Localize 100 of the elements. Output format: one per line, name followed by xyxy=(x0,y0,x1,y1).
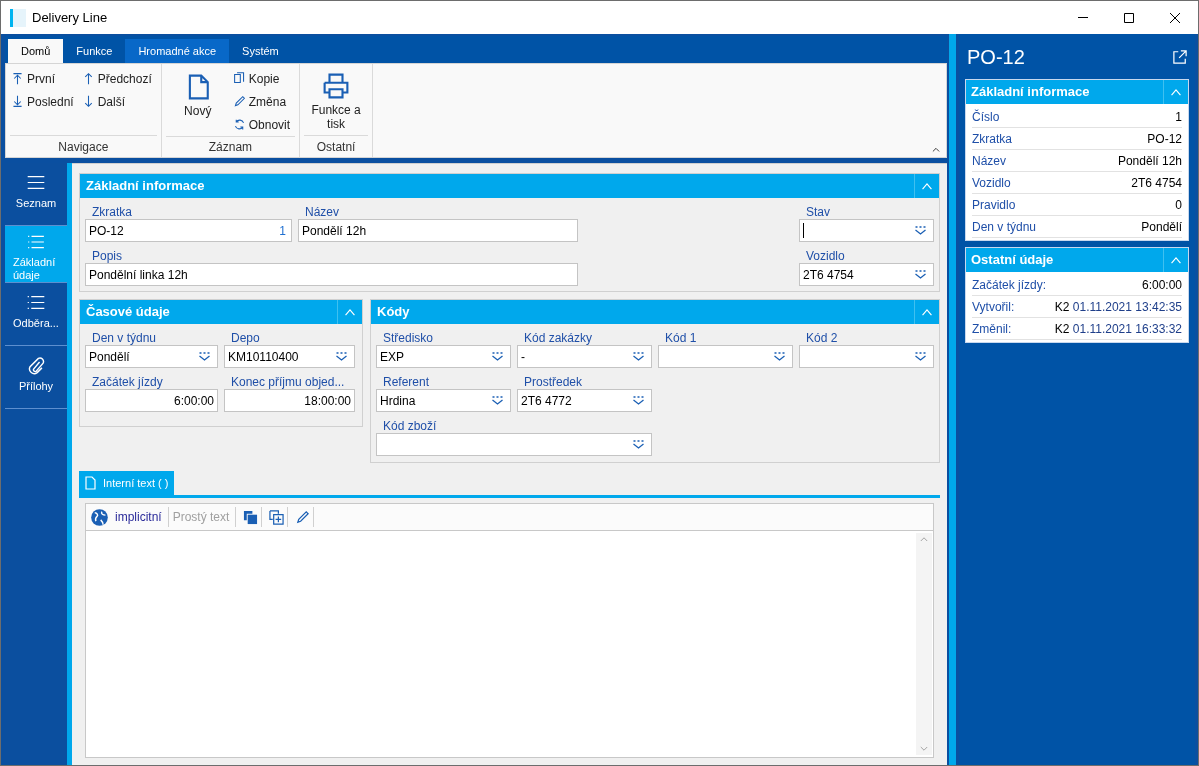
ribbon-button[interactable]: Další xyxy=(81,90,156,113)
window-title: Delivery Line xyxy=(32,8,108,27)
list-icon xyxy=(25,233,47,251)
combo-box[interactable] xyxy=(658,345,793,368)
pencil-icon xyxy=(295,509,311,525)
ribbon-tab[interactable]: Hromadné akce xyxy=(125,39,230,63)
scrollbar[interactable] xyxy=(916,533,932,755)
arrow-up-bar-icon xyxy=(11,72,24,85)
ribbon-tab[interactable]: Systém xyxy=(229,39,292,63)
field-label: Zkratka xyxy=(91,205,133,219)
field-label: Začátek jízdy xyxy=(91,375,164,389)
combo-box[interactable] xyxy=(376,433,652,456)
section-title: Ostatní údaje xyxy=(971,251,1054,270)
close-icon xyxy=(1170,12,1180,23)
refresh-icon xyxy=(232,118,246,131)
copy-icon xyxy=(243,509,259,525)
section-title: Kódy xyxy=(377,303,410,322)
field-label: Vozidlo xyxy=(805,249,846,263)
combo-box[interactable]: EXP xyxy=(376,345,511,368)
info-label: Pravidlo xyxy=(972,196,1016,214)
section-title: Základní informace xyxy=(971,83,1090,102)
dropdown-icon xyxy=(198,352,211,361)
chevron-up-icon xyxy=(921,308,933,316)
chevron-up-icon xyxy=(1170,88,1182,96)
info-value: 0 xyxy=(1175,196,1182,214)
arrow-down-bar-icon xyxy=(11,95,24,108)
ribbon-button[interactable]: Funkce a tisk xyxy=(305,67,368,135)
field-label: Referent xyxy=(382,375,431,389)
document-icon xyxy=(85,476,96,490)
input-field[interactable]: Pondělní linka 12h xyxy=(85,263,578,286)
dropdown-icon xyxy=(632,396,645,405)
group-label: Ostatní xyxy=(316,138,356,156)
dropdown-icon xyxy=(491,352,504,361)
info-value: Pondělí xyxy=(1141,218,1182,236)
scroll-up-icon xyxy=(920,536,928,542)
paste-button[interactable] xyxy=(266,507,289,527)
copy-icon xyxy=(232,72,246,85)
globe-icon xyxy=(90,507,109,527)
input-field[interactable]: PO-12 1 xyxy=(85,219,292,242)
ribbon-button[interactable]: Kopie xyxy=(232,67,295,90)
ribbon-button[interactable]: Změna xyxy=(232,90,295,113)
field-label: Název xyxy=(304,205,340,219)
menu-icon xyxy=(25,173,47,192)
info-label: Začátek jízdy: xyxy=(972,276,1047,294)
pop-out-button[interactable] xyxy=(1173,48,1189,65)
chevron-up-icon xyxy=(931,145,941,153)
combo-box[interactable]: 2T6 4754 xyxy=(799,263,934,286)
add-copy-icon xyxy=(269,509,285,525)
printer-icon xyxy=(323,73,350,99)
field-label: Konec příjmu objed... xyxy=(230,375,346,389)
dropdown-icon xyxy=(773,352,786,361)
language-dropdown[interactable]: implicitní xyxy=(90,507,169,527)
input-field[interactable]: 6:00:00 xyxy=(85,389,218,412)
input-field[interactable]: Pondělí 12h xyxy=(298,219,578,242)
splitter[interactable] xyxy=(949,34,956,765)
dropdown-icon xyxy=(632,352,645,361)
field-label: Středisko xyxy=(382,331,435,345)
app-logo xyxy=(10,8,26,27)
ribbon-button[interactable]: Obnovit xyxy=(232,113,295,136)
info-label: Vozidlo xyxy=(972,174,1011,192)
combo-box[interactable] xyxy=(799,219,934,242)
info-label: Den v týdnu xyxy=(972,218,1037,236)
ribbon-button[interactable]: Nový xyxy=(166,67,229,136)
combo-box[interactable]: Hrdina xyxy=(376,389,511,412)
combo-box[interactable]: - xyxy=(517,345,652,368)
scroll-down-icon xyxy=(920,746,928,752)
combo-box[interactable]: KM10110400 xyxy=(224,345,355,368)
text-cursor xyxy=(803,223,804,238)
pencil-icon xyxy=(232,95,246,108)
combo-box[interactable]: 2T6 4772 xyxy=(517,389,652,412)
info-label: Číslo xyxy=(972,108,1000,126)
dropdown-icon xyxy=(914,352,927,361)
field-label: Stav xyxy=(805,205,831,219)
field-label: Kód 2 xyxy=(805,331,839,345)
ribbon-button[interactable]: Předchozí xyxy=(81,67,156,90)
ribbon-button[interactable]: Poslední xyxy=(11,90,78,113)
format-dropdown: Prostý text xyxy=(172,507,237,527)
info-label: Změnil: xyxy=(972,320,1012,338)
group-label: Záznam xyxy=(208,139,253,156)
record-number: 1 xyxy=(279,222,287,240)
section-title: Základní informace xyxy=(86,177,205,196)
info-label: Zkratka xyxy=(972,130,1012,148)
panel-title: PO-12 xyxy=(966,44,1025,70)
info-value: 1 xyxy=(1175,108,1182,126)
field-label: Depo xyxy=(230,331,261,345)
field-label: Prostředek xyxy=(523,375,584,389)
combo-box[interactable] xyxy=(799,345,934,368)
section-title: Časové údaje xyxy=(86,303,170,322)
field-label: Kód zboží xyxy=(382,419,438,433)
combo-box[interactable]: Pondělí xyxy=(85,345,218,368)
ribbon-button[interactable]: První xyxy=(11,67,78,90)
ribbon-tab[interactable]: Domů xyxy=(8,39,64,63)
list-icon xyxy=(25,293,47,312)
minimize-icon xyxy=(1078,17,1088,18)
info-value: 2T6 4754 xyxy=(1131,174,1182,192)
info-label: Vytvořil: xyxy=(972,298,1015,316)
dropdown-icon xyxy=(914,270,927,279)
ribbon-tab[interactable]: Funkce xyxy=(63,39,126,63)
chevron-up-icon xyxy=(921,182,933,190)
input-field[interactable]: 18:00:00 xyxy=(224,389,355,412)
